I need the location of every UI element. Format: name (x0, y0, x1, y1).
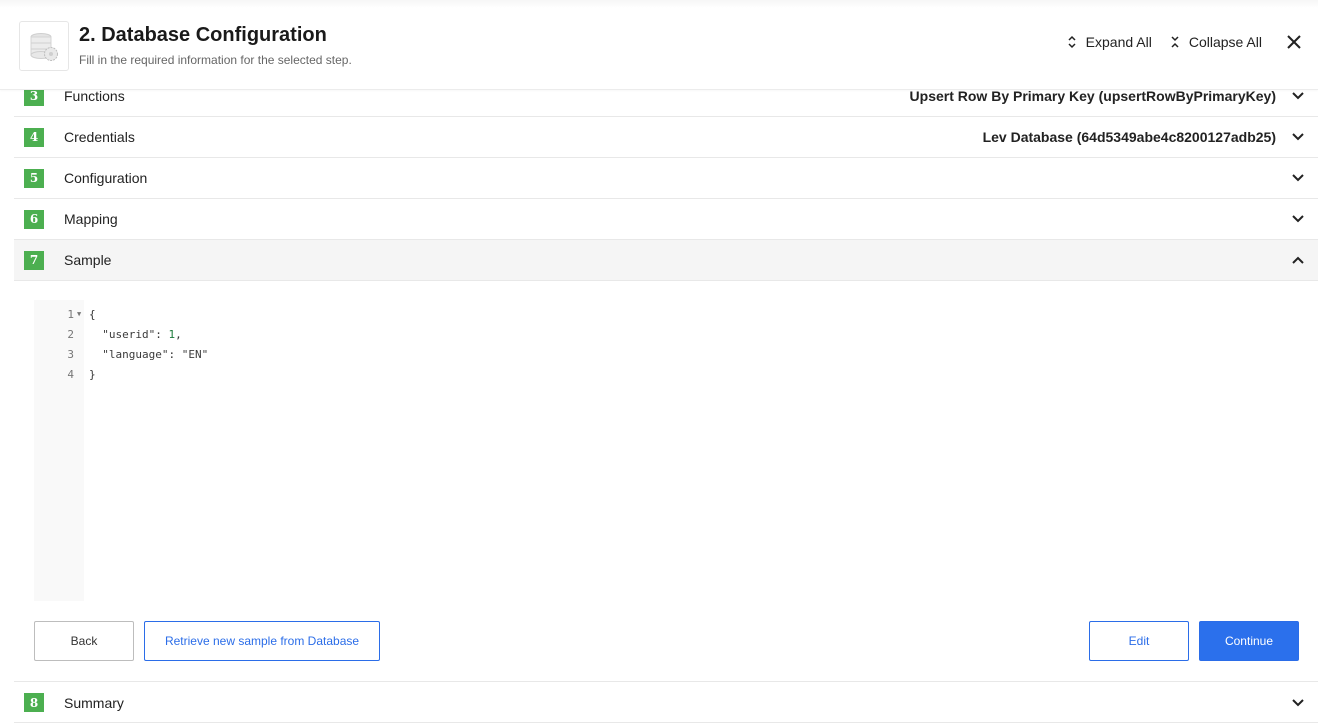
step-number-badge: 5 (24, 168, 44, 188)
step-credentials[interactable]: 4 Credentials Lev Database (64d5349abe4c… (14, 117, 1318, 158)
close-icon (1287, 35, 1301, 49)
expand-icon (1068, 35, 1076, 49)
step-label: Sample (64, 252, 112, 268)
sample-panel: 1 ▼ 2 3 4 { "userid": 1, "language": "EN… (14, 281, 1318, 682)
chevron-down-icon[interactable] (1292, 215, 1304, 223)
database-gear-icon (19, 21, 69, 71)
chevron-down-icon[interactable] (1292, 92, 1304, 100)
step-label: Configuration (64, 170, 148, 186)
line-number: 3 (67, 348, 74, 361)
line-number: 4 (67, 368, 74, 381)
step-summary[interactable]: 8 Summary (14, 682, 1318, 723)
expand-all-button[interactable]: Expand All (1067, 34, 1152, 50)
step-number-badge: 4 (24, 127, 44, 147)
step-label: Summary (64, 694, 124, 711)
chevron-down-icon[interactable] (1292, 174, 1304, 182)
step-label: Functions (64, 88, 125, 104)
line-number: 1 (67, 308, 74, 321)
code-line: } (89, 368, 96, 381)
page-title: 2. Database Configuration (79, 24, 327, 46)
json-code-editor[interactable]: 1 ▼ 2 3 4 { "userid": 1, "language": "EN… (34, 300, 1284, 601)
expand-all-label: Expand All (1085, 34, 1152, 50)
chevron-down-icon[interactable] (1292, 133, 1304, 141)
edit-button[interactable]: Edit (1089, 621, 1189, 661)
retrieve-sample-button[interactable]: Retrieve new sample from Database (144, 621, 380, 661)
chevron-down-icon[interactable] (1292, 698, 1304, 707)
step-configuration[interactable]: 5 Configuration (14, 158, 1318, 199)
code-line: "language": "EN" (102, 348, 209, 361)
step-label: Mapping (64, 211, 118, 227)
step-number-badge: 8 (24, 693, 44, 712)
fold-arrow-icon[interactable]: ▼ (77, 310, 81, 318)
close-button[interactable] (1286, 34, 1302, 50)
steps-list: 3 Functions Upsert Row By Primary Key (u… (14, 76, 1318, 281)
step-label: Credentials (64, 129, 135, 145)
collapse-all-button[interactable]: Collapse All (1170, 34, 1262, 50)
step-mapping[interactable]: 6 Mapping (14, 199, 1318, 240)
page-subtitle: Fill in the required information for the… (79, 53, 352, 67)
editor-gutter (34, 300, 84, 601)
step-value: Lev Database (64d5349abe4c8200127adb25) (982, 129, 1276, 145)
collapse-all-label: Collapse All (1188, 34, 1262, 50)
line-number: 2 (67, 328, 74, 341)
step-sample[interactable]: 7 Sample (14, 240, 1318, 281)
panel-header: 2. Database Configuration Fill in the re… (0, 0, 1318, 90)
code-line: { (89, 308, 96, 321)
code-line: "userid": 1, (102, 328, 182, 341)
step-number-badge: 6 (24, 209, 44, 229)
step-value: Upsert Row By Primary Key (upsertRowByPr… (909, 88, 1276, 104)
step-number-badge: 7 (24, 250, 44, 270)
continue-button[interactable]: Continue (1199, 621, 1299, 661)
chevron-up-icon[interactable] (1292, 256, 1304, 264)
back-button[interactable]: Back (34, 621, 134, 661)
collapse-icon (1171, 36, 1179, 48)
